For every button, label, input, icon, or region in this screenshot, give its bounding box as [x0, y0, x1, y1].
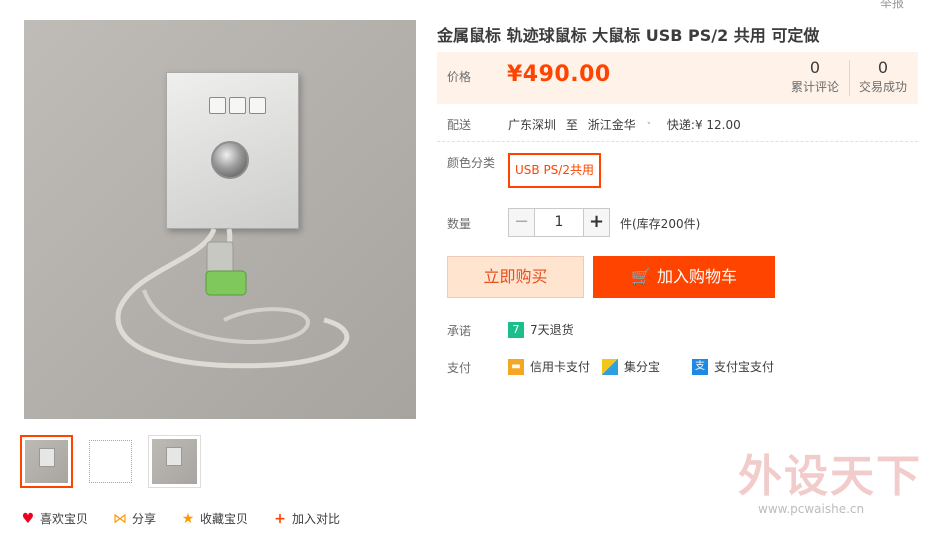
shipping-info: 广东深圳 至 浙江金华 ˅ 快递:¥ 12.00 — [508, 116, 747, 133]
ship-from: 广东深圳 — [508, 118, 557, 132]
promise-info: 7 7天退货 — [508, 321, 574, 338]
price-box: 价格 ¥490.00 0 累计评论 0 交易成功 — [437, 52, 918, 104]
product-title: 金属鼠标 轨迹球鼠标 大鼠标 USB PS/2 共用 可定做 — [437, 26, 820, 45]
watermark-url: www.pcwaishe.cn — [758, 502, 865, 516]
payment-method-credit[interactable]: ▬ 信用卡支付 — [508, 358, 590, 375]
cable-graphic — [115, 227, 350, 369]
like-action[interactable]: ♥ 喜欢宝贝 — [20, 510, 88, 527]
quantity-stepper: − 1 + — [508, 208, 610, 237]
seven-day-return-icon: 7 — [508, 321, 524, 338]
add-to-cart-button[interactable]: 🛒 加入购物车 — [593, 256, 775, 298]
promise-text[interactable]: 7天退货 — [530, 321, 574, 338]
thumbnail-2[interactable] — [84, 435, 137, 488]
heart-icon: ♥ — [21, 510, 35, 527]
ship-method: 快递:¥ 12.00 — [666, 118, 741, 132]
payment-methods: ▬ 信用卡支付 集分宝 支 支付宝支付 — [508, 358, 786, 375]
chevron-down-icon: ˅ — [643, 122, 652, 132]
share-action[interactable]: ⋈ 分享 — [112, 510, 156, 527]
compare-action[interactable]: + 加入对比 — [272, 510, 340, 527]
star-icon: ★ — [181, 510, 195, 527]
color-label: 颜色分类 — [447, 156, 496, 170]
sales-count[interactable]: 0 交易成功 — [849, 58, 917, 95]
quantity-increase-button[interactable]: + — [583, 208, 610, 237]
main-product-image — [24, 20, 416, 419]
ship-to-select[interactable]: 浙江金华 ˅ — [588, 118, 657, 132]
ship-to-word: 至 — [565, 118, 578, 132]
color-option-selected[interactable]: USB PS/2共用 — [508, 153, 601, 188]
review-count[interactable]: 0 累计评论 — [781, 58, 849, 95]
stock-info: 件(库存200件) — [620, 217, 701, 231]
quantity-label: 数量 — [447, 217, 472, 231]
quantity-decrease-button[interactable]: − — [508, 208, 535, 237]
favorite-action[interactable]: ★ 收藏宝贝 — [180, 510, 248, 527]
jifenbao-icon — [602, 358, 619, 375]
thumbnail-3[interactable] — [148, 435, 201, 488]
bottom-actions: ♥ 喜欢宝贝 ⋈ 分享 ★ 收藏宝贝 + 加入对比 — [20, 510, 364, 527]
thumbnail-1[interactable] — [20, 435, 73, 488]
price-label: 价格 — [447, 70, 472, 84]
quantity-input[interactable]: 1 — [535, 208, 583, 237]
watermark-logo: 外设天下 — [738, 451, 922, 502]
section-divider — [437, 141, 918, 142]
credit-card-icon: ▬ — [508, 358, 524, 375]
report-link[interactable]: 举报 — [880, 0, 904, 11]
price-value: ¥490.00 — [507, 62, 611, 87]
payment-method-jifenbao[interactable]: 集分宝 — [602, 358, 660, 375]
shipping-label: 配送 — [447, 118, 472, 132]
alipay-icon: 支 — [692, 358, 709, 375]
cart-icon: 🛒 — [631, 267, 651, 286]
payment-label: 支付 — [447, 361, 472, 375]
buy-now-button[interactable]: 立即购买 — [447, 256, 584, 298]
share-icon: ⋈ — [113, 510, 128, 527]
promise-label: 承诺 — [447, 324, 472, 338]
payment-method-alipay[interactable]: 支 支付宝支付 — [692, 358, 774, 375]
plus-icon: + — [274, 510, 286, 527]
watermark: 外设天下 www.pcwaishe.cn — [738, 440, 922, 516]
